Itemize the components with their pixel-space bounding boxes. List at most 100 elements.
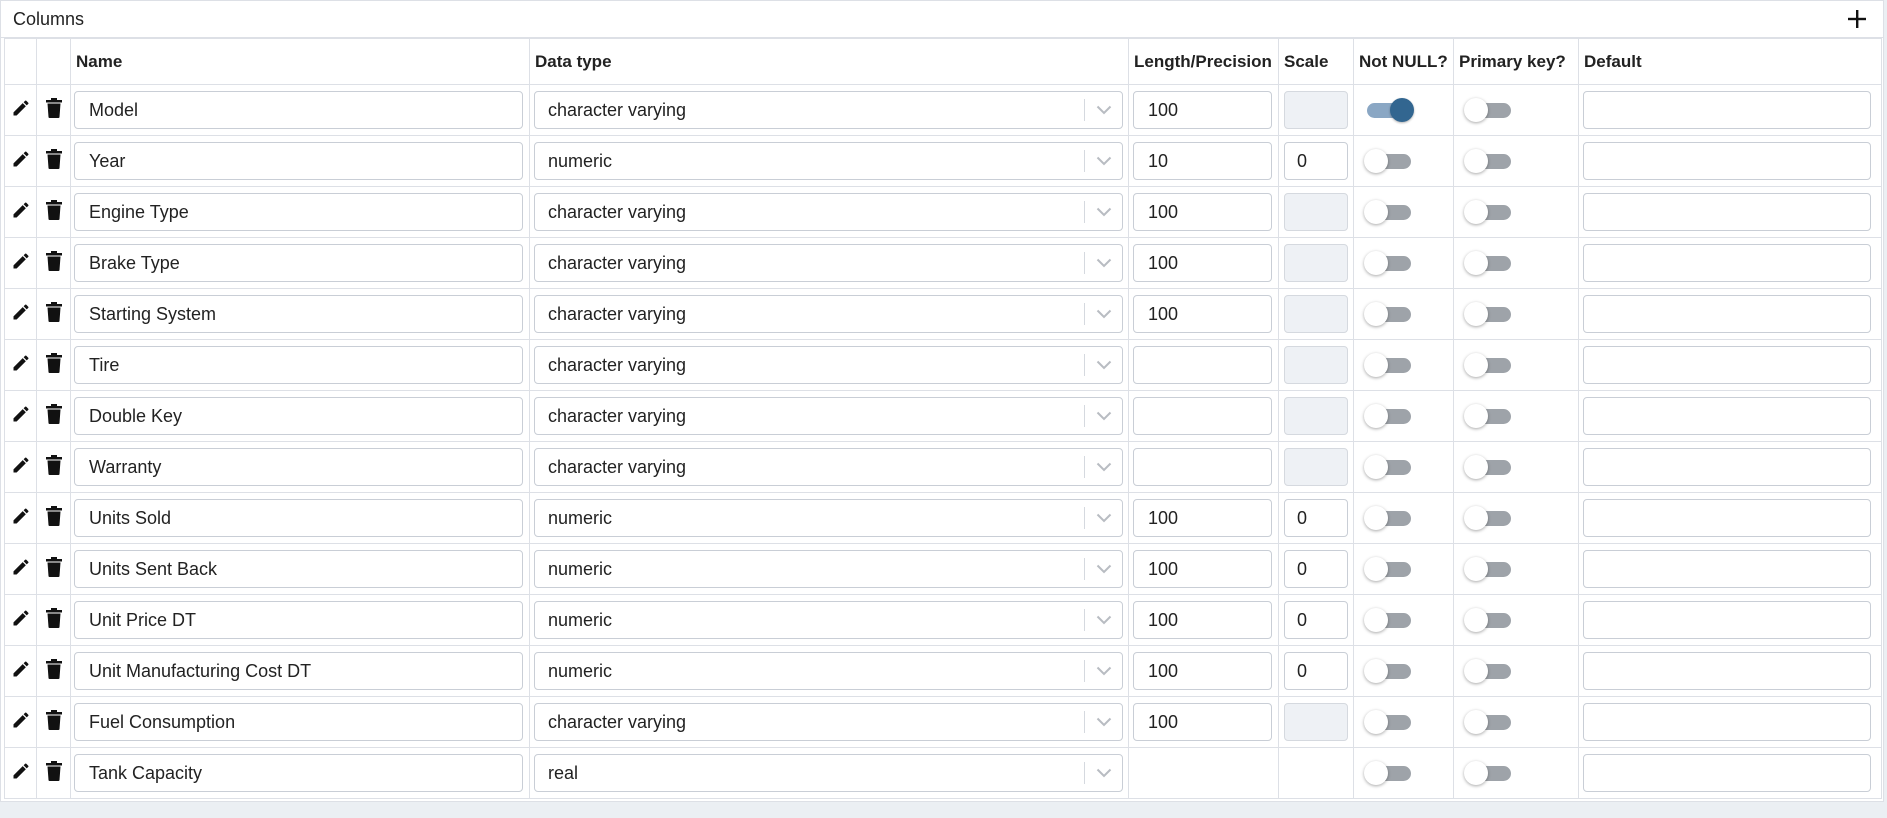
select-toggle[interactable] — [1085, 105, 1122, 115]
not-null-toggle[interactable] — [1364, 455, 1412, 479]
scale-input[interactable] — [1284, 91, 1348, 129]
edit-row-button[interactable] — [10, 454, 32, 476]
delete-row-button[interactable] — [43, 403, 65, 425]
column-name-input[interactable] — [74, 448, 523, 486]
scale-input[interactable] — [1284, 193, 1348, 231]
edit-row-button[interactable] — [10, 403, 32, 425]
data-type-select[interactable]: numeric — [534, 652, 1123, 690]
primary-key-toggle[interactable] — [1464, 710, 1512, 734]
primary-key-toggle[interactable] — [1464, 557, 1512, 581]
add-column-button[interactable] — [1843, 5, 1871, 33]
primary-key-toggle[interactable] — [1464, 353, 1512, 377]
not-null-toggle[interactable] — [1364, 608, 1412, 632]
length-input[interactable] — [1133, 550, 1272, 588]
not-null-toggle[interactable] — [1364, 302, 1412, 326]
not-null-toggle[interactable] — [1364, 200, 1412, 224]
scale-input[interactable] — [1284, 142, 1348, 180]
default-input[interactable] — [1583, 703, 1871, 741]
length-input[interactable] — [1133, 346, 1272, 384]
delete-row-button[interactable] — [43, 454, 65, 476]
primary-key-toggle[interactable] — [1464, 455, 1512, 479]
data-type-select[interactable]: numeric — [534, 142, 1123, 180]
delete-row-button[interactable] — [43, 505, 65, 527]
select-toggle[interactable] — [1085, 411, 1122, 421]
column-name-input[interactable] — [74, 244, 523, 282]
default-input[interactable] — [1583, 142, 1871, 180]
default-input[interactable] — [1583, 652, 1871, 690]
select-toggle[interactable] — [1085, 258, 1122, 268]
column-name-input[interactable] — [74, 550, 523, 588]
edit-row-button[interactable] — [10, 709, 32, 731]
select-toggle[interactable] — [1085, 513, 1122, 523]
primary-key-toggle[interactable] — [1464, 149, 1512, 173]
scale-input[interactable] — [1284, 346, 1348, 384]
data-type-select[interactable]: character varying — [534, 346, 1123, 384]
primary-key-toggle[interactable] — [1464, 302, 1512, 326]
edit-row-button[interactable] — [10, 250, 32, 272]
edit-row-button[interactable] — [10, 97, 32, 119]
column-name-input[interactable] — [74, 703, 523, 741]
data-type-select[interactable]: character varying — [534, 91, 1123, 129]
column-name-input[interactable] — [74, 346, 523, 384]
column-name-input[interactable] — [74, 142, 523, 180]
edit-row-button[interactable] — [10, 199, 32, 221]
select-toggle[interactable] — [1085, 156, 1122, 166]
data-type-select[interactable]: character varying — [534, 244, 1123, 282]
primary-key-toggle[interactable] — [1464, 251, 1512, 275]
length-input[interactable] — [1133, 91, 1272, 129]
column-name-input[interactable] — [74, 652, 523, 690]
column-name-input[interactable] — [74, 601, 523, 639]
primary-key-toggle[interactable] — [1464, 200, 1512, 224]
not-null-toggle[interactable] — [1364, 404, 1412, 428]
default-input[interactable] — [1583, 295, 1871, 333]
select-toggle[interactable] — [1085, 564, 1122, 574]
column-name-input[interactable] — [74, 754, 523, 792]
select-toggle[interactable] — [1085, 462, 1122, 472]
edit-row-button[interactable] — [10, 658, 32, 680]
not-null-toggle[interactable] — [1364, 761, 1412, 785]
edit-row-button[interactable] — [10, 301, 32, 323]
not-null-toggle[interactable] — [1364, 557, 1412, 581]
scale-input[interactable] — [1284, 244, 1348, 282]
default-input[interactable] — [1583, 193, 1871, 231]
delete-row-button[interactable] — [43, 556, 65, 578]
data-type-select[interactable]: numeric — [534, 601, 1123, 639]
scale-input[interactable] — [1284, 601, 1348, 639]
default-input[interactable] — [1583, 244, 1871, 282]
not-null-toggle[interactable] — [1364, 659, 1412, 683]
default-input[interactable] — [1583, 550, 1871, 588]
length-input[interactable] — [1133, 193, 1272, 231]
delete-row-button[interactable] — [43, 760, 65, 782]
length-input[interactable] — [1133, 499, 1272, 537]
edit-row-button[interactable] — [10, 556, 32, 578]
scale-input[interactable] — [1284, 295, 1348, 333]
scale-input[interactable] — [1284, 652, 1348, 690]
delete-row-button[interactable] — [43, 709, 65, 731]
select-toggle[interactable] — [1085, 666, 1122, 676]
select-toggle[interactable] — [1085, 717, 1122, 727]
data-type-select[interactable]: real — [534, 754, 1123, 792]
delete-row-button[interactable] — [43, 607, 65, 629]
length-input[interactable] — [1133, 601, 1272, 639]
edit-row-button[interactable] — [10, 505, 32, 527]
edit-row-button[interactable] — [10, 760, 32, 782]
column-name-input[interactable] — [74, 295, 523, 333]
primary-key-toggle[interactable] — [1464, 761, 1512, 785]
length-input[interactable] — [1133, 703, 1272, 741]
length-input[interactable] — [1133, 295, 1272, 333]
default-input[interactable] — [1583, 499, 1871, 537]
length-input[interactable] — [1133, 244, 1272, 282]
scale-input[interactable] — [1284, 703, 1348, 741]
default-input[interactable] — [1583, 397, 1871, 435]
data-type-select[interactable]: character varying — [534, 448, 1123, 486]
not-null-toggle[interactable] — [1364, 98, 1414, 122]
default-input[interactable] — [1583, 346, 1871, 384]
column-name-input[interactable] — [74, 397, 523, 435]
delete-row-button[interactable] — [43, 301, 65, 323]
data-type-select[interactable]: numeric — [534, 499, 1123, 537]
delete-row-button[interactable] — [43, 658, 65, 680]
delete-row-button[interactable] — [43, 97, 65, 119]
primary-key-toggle[interactable] — [1464, 506, 1512, 530]
length-input[interactable] — [1133, 448, 1272, 486]
data-type-select[interactable]: character varying — [534, 397, 1123, 435]
